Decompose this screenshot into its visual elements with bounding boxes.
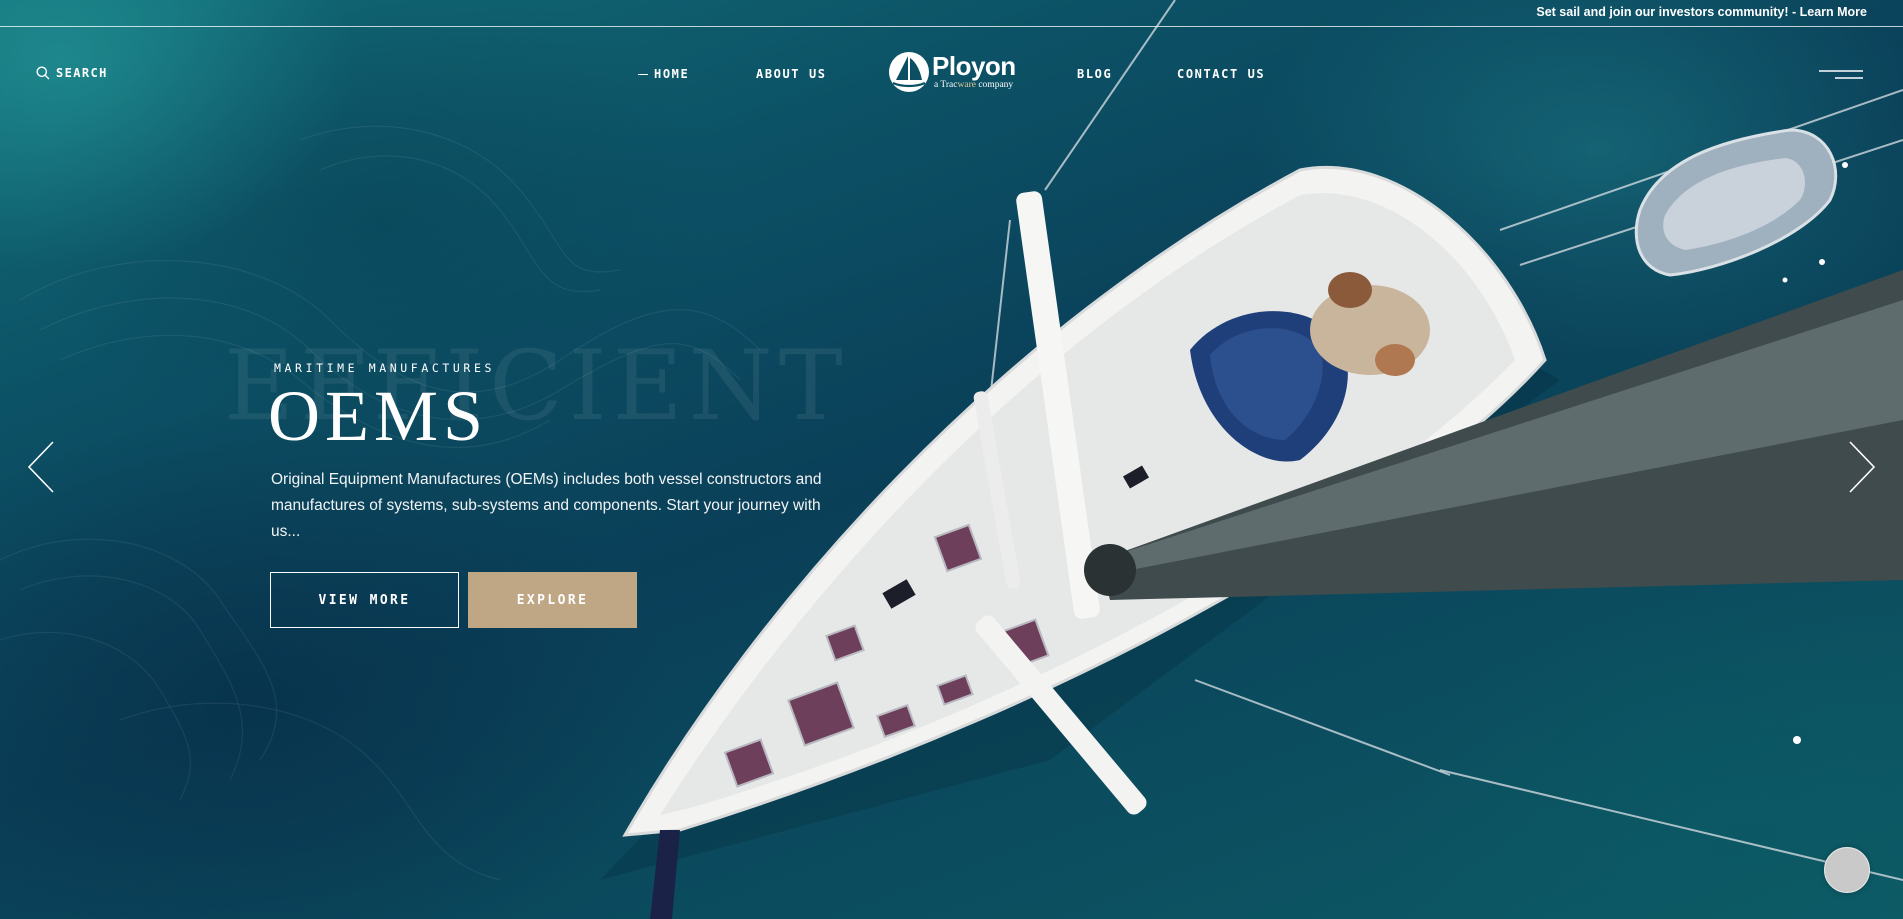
- hero-title: OEMS: [268, 376, 489, 456]
- announcement-link[interactable]: Set sail and join our investors communit…: [1536, 5, 1867, 19]
- hamburger-icon: [1819, 70, 1863, 79]
- search-icon: [36, 66, 50, 80]
- nav-about-us[interactable]: ABOUT US: [756, 67, 827, 81]
- search-button[interactable]: SEARCH: [36, 66, 108, 80]
- logo-tagline-brand-2: ware: [957, 80, 976, 91]
- hero-background-image: [0, 0, 1903, 919]
- announcement-bar: Set sail and join our investors communit…: [0, 0, 1903, 27]
- search-label: SEARCH: [56, 66, 108, 80]
- nav-home-label: HOME: [654, 67, 690, 81]
- nav-home[interactable]: HOME: [638, 67, 689, 81]
- nav-contact-us[interactable]: CONTACT US: [1177, 67, 1265, 81]
- logo-tagline-brand-1: Trac: [940, 80, 958, 91]
- ployon-logo[interactable]: Ployon a Tracware company: [888, 50, 1016, 94]
- chevron-right-icon: [1849, 441, 1876, 493]
- scroll-to-top-button[interactable]: [1824, 847, 1870, 893]
- nav-blog[interactable]: BLOG: [1077, 67, 1112, 81]
- active-indicator: [638, 74, 648, 75]
- hero-eyebrow: MARITIME MANUFACTURES: [274, 361, 495, 375]
- sailboat-logo-icon: [889, 52, 929, 92]
- logo-tagline-suffix: company: [975, 80, 1014, 91]
- logo-name: Ployon: [932, 51, 1016, 82]
- explore-button[interactable]: EXPLORE: [468, 572, 637, 628]
- view-more-button[interactable]: VIEW MORE: [270, 572, 459, 628]
- sailboat-aerial-illustration: [600, 0, 1903, 919]
- chevron-left-icon: [27, 441, 54, 493]
- slider-next-button[interactable]: [1844, 440, 1878, 494]
- logo-tagline: a Tracware company: [934, 81, 1016, 91]
- hamburger-menu-button[interactable]: [1817, 68, 1865, 82]
- slider-prev-button[interactable]: [25, 440, 59, 494]
- hero-description: Original Equipment Manufactures (OEMs) i…: [271, 471, 822, 540]
- logo-wordmark: Ployon a Tracware company: [932, 53, 1016, 91]
